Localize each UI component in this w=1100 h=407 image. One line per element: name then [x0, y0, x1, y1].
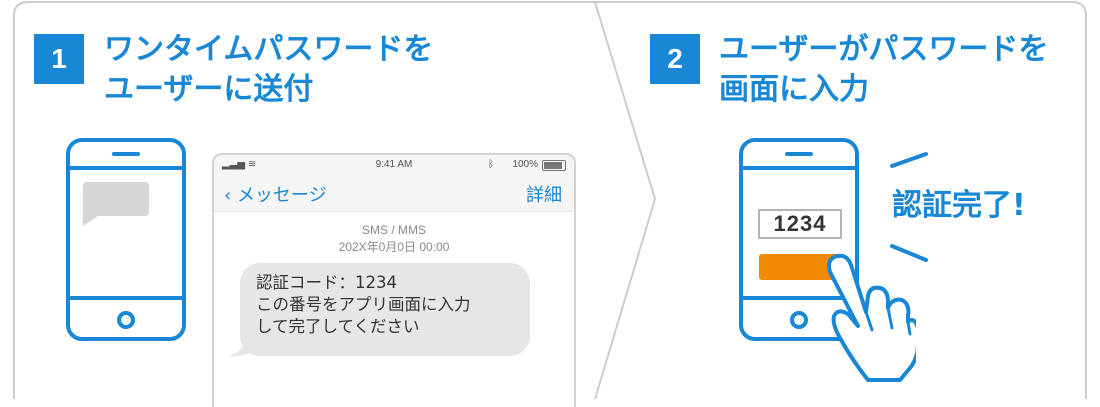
message-line-3: して完了してください — [256, 317, 420, 336]
back-label: メッセージ — [236, 185, 327, 206]
stage: 1 ワンタイムパスワードを ユーザーに送付 ▂▃▅ ≋ 9:41 AM ᛒ 10… — [0, 0, 1100, 407]
step-1-title-line2: ユーザーに送付 — [104, 72, 314, 107]
chevron-left-icon: ‹ — [224, 185, 232, 206]
chat-bubble-icon — [83, 182, 149, 226]
step-2-number: 2 — [667, 43, 683, 74]
sms-type: SMS / MMS — [361, 223, 426, 237]
message-line-1: 認証コード：1234 — [256, 273, 397, 292]
step-1-badge: 1 — [34, 34, 84, 84]
bluetooth-icon: ᛒ — [488, 159, 494, 170]
step-1-number: 1 — [51, 43, 67, 74]
nav-bar: ‹ メッセージ 詳細 — [214, 175, 574, 212]
battery-icon — [542, 160, 566, 171]
detail-button[interactable]: 詳細 — [526, 181, 562, 207]
status-bar: ▂▃▅ ≋ 9:41 AM ᛒ 100% — [214, 155, 574, 175]
code-input[interactable]: 1234 — [758, 209, 842, 239]
step-2-badge: 2 — [650, 34, 700, 84]
message-meta: SMS / MMS 202X年0月0日 00:00 — [214, 222, 574, 256]
step-2-title-line2: 画面に入力 — [719, 72, 869, 107]
message-app: ▂▃▅ ≋ 9:41 AM ᛒ 100% ‹ メッセージ 詳細 SMS / MM… — [212, 153, 576, 407]
step-2-title-line1: ユーザーがパスワードを — [719, 32, 1049, 67]
step-1-title-line1: ワンタイムパスワードを — [104, 32, 434, 67]
message-line-2: この番号をアプリ画面に入力 — [256, 295, 471, 314]
message-date: 202X年0月0日 00:00 — [338, 240, 450, 254]
battery-percent: 100% — [512, 159, 538, 170]
message-bubble: 認証コード：1234 この番号をアプリ画面に入力 して完了してください — [240, 263, 530, 356]
auth-complete-label: 認証完了! — [892, 188, 1026, 223]
phone-icon — [66, 138, 186, 341]
back-button[interactable]: ‹ メッセージ — [224, 181, 327, 207]
